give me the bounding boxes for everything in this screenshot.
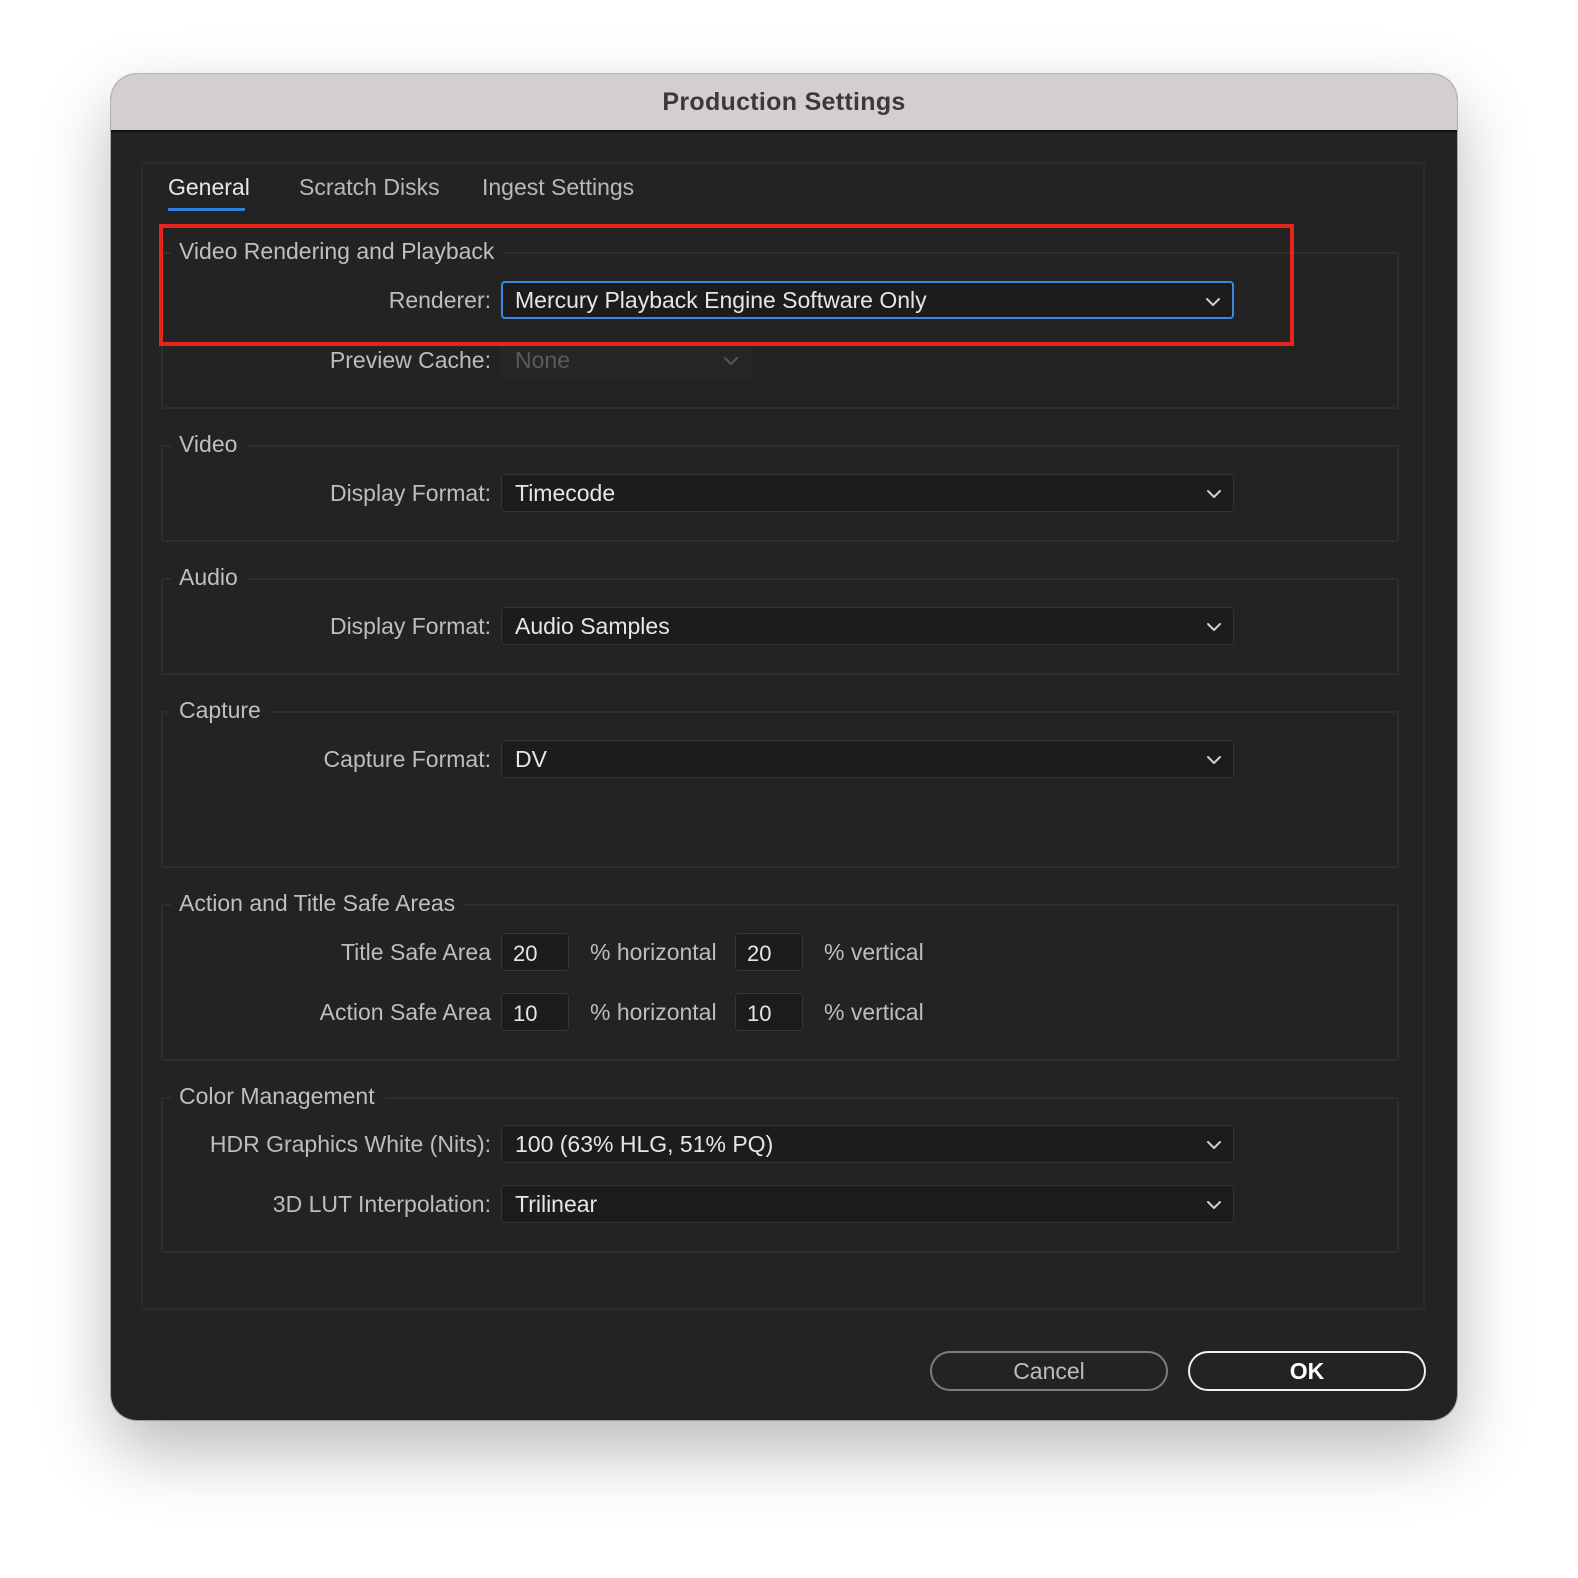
cancel-button[interactable]: Cancel <box>930 1351 1168 1391</box>
group-heading-audio: Audio <box>171 562 248 592</box>
title-safe-horizontal-suffix: % horizontal <box>590 939 717 965</box>
dialog-title: Production Settings <box>662 87 906 116</box>
hdr-graphics-white-label: HDR Graphics White (Nits): <box>209 1131 491 1157</box>
chevron-down-icon <box>1206 298 1220 306</box>
tab-scratch-disks[interactable]: Scratch Disks <box>299 174 440 201</box>
preview-cache-label: Preview Cache: <box>329 347 491 373</box>
group-safe-areas <box>161 904 1399 1061</box>
audio-display-format-value: Audio Samples <box>515 612 670 639</box>
action-safe-horizontal-input[interactable]: 10 <box>501 993 569 1031</box>
lut-interpolation-label: 3D LUT Interpolation: <box>272 1191 491 1217</box>
capture-format-dropdown[interactable]: DV <box>501 740 1234 778</box>
group-heading-capture: Capture <box>171 695 271 725</box>
lut-interpolation-dropdown[interactable]: Trilinear <box>501 1185 1234 1223</box>
group-heading-safe-areas: Action and Title Safe Areas <box>171 888 466 918</box>
preview-cache-value: None <box>515 346 570 373</box>
audio-display-format-label: Display Format: <box>329 613 491 639</box>
renderer-value: Mercury Playback Engine Software Only <box>515 286 927 313</box>
chevron-down-icon <box>1207 623 1221 631</box>
renderer-dropdown[interactable]: Mercury Playback Engine Software Only <box>501 281 1234 319</box>
tab-ingest-settings[interactable]: Ingest Settings <box>482 174 634 201</box>
chevron-down-icon <box>1207 490 1221 498</box>
hdr-graphics-white-value: 100 (63% HLG, 51% PQ) <box>515 1130 774 1157</box>
hdr-graphics-white-dropdown[interactable]: 100 (63% HLG, 51% PQ) <box>501 1125 1234 1163</box>
lut-interpolation-value: Trilinear <box>515 1190 598 1217</box>
group-heading-video: Video <box>171 429 248 459</box>
chevron-down-icon <box>724 357 738 365</box>
group-heading-video-rendering: Video Rendering and Playback <box>171 236 505 266</box>
group-video-rendering <box>161 252 1399 409</box>
renderer-label: Renderer: <box>388 287 491 313</box>
audio-display-format-dropdown[interactable]: Audio Samples <box>501 607 1234 645</box>
video-display-format-value: Timecode <box>515 479 616 506</box>
capture-format-label: Capture Format: <box>323 746 491 772</box>
action-safe-vertical-input[interactable]: 10 <box>735 993 803 1031</box>
group-capture <box>161 711 1399 868</box>
active-tab-indicator <box>168 208 245 211</box>
preview-cache-dropdown: None <box>501 341 751 379</box>
chevron-down-icon <box>1207 1201 1221 1209</box>
production-settings-dialog: Production Settings General Scratch Disk… <box>111 74 1457 1420</box>
title-safe-vertical-suffix: % vertical <box>824 939 924 965</box>
action-safe-area-label: Action Safe Area <box>319 999 491 1025</box>
ok-button[interactable]: OK <box>1188 1351 1426 1391</box>
tab-general[interactable]: General <box>168 174 250 201</box>
capture-format-value: DV <box>515 745 547 772</box>
video-display-format-label: Display Format: <box>329 480 491 506</box>
video-display-format-dropdown[interactable]: Timecode <box>501 474 1234 512</box>
title-safe-vertical-input[interactable]: 20 <box>735 933 803 971</box>
group-color-management <box>161 1097 1399 1253</box>
chevron-down-icon <box>1207 1141 1221 1149</box>
action-safe-vertical-suffix: % vertical <box>824 999 924 1025</box>
action-safe-horizontal-suffix: % horizontal <box>590 999 717 1025</box>
chevron-down-icon <box>1207 756 1221 764</box>
title-bar: Production Settings <box>111 74 1457 132</box>
title-safe-horizontal-input[interactable]: 20 <box>501 933 569 971</box>
title-safe-area-label: Title Safe Area <box>340 939 491 965</box>
group-heading-color-management: Color Management <box>171 1081 385 1111</box>
